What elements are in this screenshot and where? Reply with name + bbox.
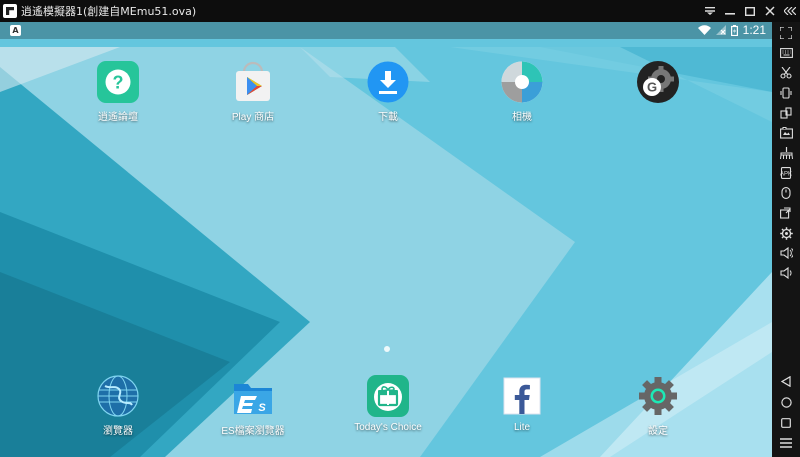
window-controls [700, 0, 800, 22]
emulator-window: 逍遙模擬器1(創建自MEmu51.ova) A 1:21 ? 逍遙論壇 Play… [0, 0, 800, 457]
app-todays-choice[interactable]: Today's Choice [338, 374, 438, 433]
app-browser[interactable]: 瀏覽器 [68, 374, 168, 437]
app-label: 瀏覽器 [103, 426, 133, 437]
play-store-icon [236, 61, 270, 101]
app-settings[interactable]: 設定 [608, 374, 708, 437]
keyboard-icon[interactable] [776, 44, 796, 62]
app-label: ES檔案瀏覽器 [221, 426, 285, 437]
app-label: Lite [513, 422, 531, 433]
svg-text:G: G [647, 80, 657, 95]
back-icon[interactable] [776, 372, 796, 390]
record-icon[interactable] [776, 184, 796, 202]
settings-gear-icon [639, 377, 677, 415]
app-camera[interactable]: 相機 [472, 60, 572, 123]
svg-text:?: ? [113, 73, 124, 93]
wifi-icon [697, 25, 711, 35]
no-signal-icon [715, 25, 726, 35]
memu-logo-icon [3, 4, 17, 18]
collapse-icon[interactable] [780, 0, 800, 22]
clock: 1:21 [742, 23, 766, 37]
maximize-icon[interactable] [740, 0, 760, 22]
android-status-bar: A 1:21 [0, 22, 772, 39]
es-file-explorer-icon: S [234, 384, 272, 414]
app-label: 相機 [512, 112, 532, 123]
help-question-icon: ? [97, 61, 139, 103]
app-facebook-lite[interactable]: Lite [472, 374, 572, 433]
app-label: Play 商店 [231, 112, 275, 123]
app-memu-forum[interactable]: ? 逍遙論壇 [68, 60, 168, 123]
share-icon[interactable] [776, 204, 796, 222]
app-google-settings[interactable]: G [608, 60, 708, 108]
svg-text:APK: APK [780, 172, 792, 178]
app-label: 逍遙論壇 [98, 112, 138, 123]
camera-icon [501, 61, 543, 103]
emulator-toolbar: APK [772, 22, 800, 457]
svg-text:S: S [258, 402, 266, 414]
battery-icon [730, 24, 738, 36]
google-settings-icon: G [637, 61, 679, 103]
minimize-icon[interactable] [720, 0, 740, 22]
facebook-lite-icon [503, 377, 541, 415]
rotate-icon[interactable] [776, 104, 796, 122]
notification-icon: A [10, 25, 21, 36]
gear-icon[interactable] [776, 224, 796, 242]
app-label: 下載 [378, 112, 398, 123]
page-indicator [384, 346, 390, 352]
title-bar: 逍遙模擬器1(創建自MEmu51.ova) [0, 0, 800, 22]
menu-icon[interactable] [700, 0, 720, 22]
recent-apps-icon[interactable] [776, 414, 796, 432]
window-title: 逍遙模擬器1(創建自MEmu51.ova) [21, 5, 197, 18]
app-label: 設定 [648, 426, 668, 437]
fullscreen-icon[interactable] [776, 24, 796, 42]
close-icon[interactable] [760, 0, 780, 22]
app-label: Today's Choice [354, 422, 422, 433]
more-icon[interactable] [776, 434, 796, 452]
shake-icon[interactable] [776, 84, 796, 102]
volume-up-icon[interactable] [776, 244, 796, 262]
home-icon[interactable] [776, 393, 796, 411]
app-es-file-explorer[interactable]: S ES檔案瀏覽器 [203, 374, 303, 437]
app-play-store[interactable]: Play 商店 [203, 60, 303, 123]
todays-choice-gift-icon [367, 375, 409, 417]
apk-install-icon[interactable]: APK [776, 164, 796, 182]
browser-globe-icon [97, 375, 139, 417]
scissors-icon[interactable] [776, 64, 796, 82]
screenshot-icon[interactable] [776, 124, 796, 142]
broom-icon[interactable] [776, 144, 796, 162]
app-downloads[interactable]: 下載 [338, 60, 438, 123]
android-screen: A 1:21 ? 逍遙論壇 Play 商店 下載 相機 G 瀏覽器 S ES檔案… [0, 22, 772, 457]
volume-down-icon[interactable] [776, 264, 796, 282]
download-icon [367, 61, 409, 103]
